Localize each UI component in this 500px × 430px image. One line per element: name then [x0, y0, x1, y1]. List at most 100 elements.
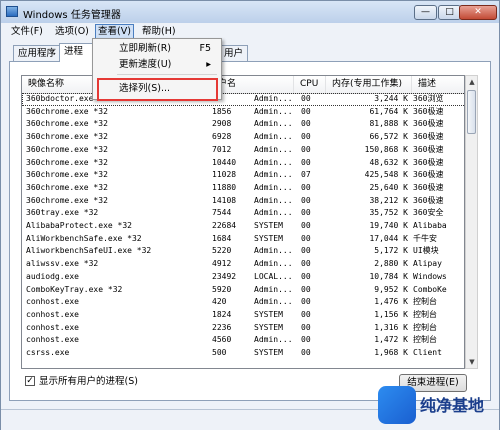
table-row[interactable]: 360chrome.exe *32 1856 Admin... 00 61,764 K 3… — [22, 106, 464, 119]
close-button[interactable]: ✕ — [459, 5, 497, 20]
maximize-button[interactable]: □ — [438, 5, 461, 20]
cell-cpu: 00 — [301, 284, 311, 294]
cell-pid: 14108 — [212, 195, 237, 205]
cell-user: Admin... — [254, 170, 293, 180]
menu-file[interactable]: 文件(F) — [9, 25, 45, 38]
show-all-checkbox[interactable]: ✓ — [25, 376, 35, 386]
table-row[interactable]: 360chrome.exe *32 7012 Admin... 00 150,868 K… — [22, 144, 464, 157]
menu-help[interactable]: 帮助(H) — [140, 25, 178, 38]
cell-cpu: 00 — [301, 271, 311, 281]
cell-cpu: 00 — [301, 94, 311, 103]
cell-description: 360极速 — [413, 132, 444, 142]
menu-item-refresh-now[interactable]: 立即刷新(R) F5 — [93, 41, 221, 57]
cell-user: Admin... — [254, 119, 293, 129]
cell-description: 千牛安 — [413, 233, 437, 243]
cell-image-name: csrss.exe — [26, 348, 70, 357]
table-row[interactable]: conhost.exe 2236 SYSTEM 00 1,316 K 控制台 — [22, 322, 464, 335]
cell-image-name: 360chrome.exe *32 — [26, 106, 108, 116]
process-list[interactable]: 映像名称 户名 CPU 内存(专用工作集) 描述 360bdoctor.exe A… — [21, 75, 465, 369]
cell-description: 控制台 — [413, 322, 437, 332]
cell-pid: 6928 — [212, 132, 232, 142]
vertical-scrollbar[interactable]: ▲ ▼ — [465, 75, 478, 369]
list-header: 映像名称 户名 CPU 内存(专用工作集) 描述 — [22, 76, 464, 94]
table-row[interactable]: AliworkbenchSafeUI.exe *32 5220 Admin... 00… — [22, 245, 464, 258]
cell-memory: 19,740 K — [369, 221, 408, 230]
table-row[interactable]: 360bdoctor.exe Admin... 00 3,244 K 360浏览 — [22, 93, 464, 106]
cell-memory: 1,156 K — [374, 309, 408, 319]
cell-cpu: 00 — [301, 246, 311, 256]
menu-options[interactable]: 选项(O) — [53, 25, 91, 38]
cell-image-name: conhost.exe — [26, 322, 79, 332]
table-row[interactable]: 360chrome.exe *32 2908 Admin... 00 81,888 K 3… — [22, 118, 464, 131]
cell-description: 360极速 — [413, 182, 444, 192]
table-row[interactable]: ComboKeyTray.exe *32 5920 Admin... 00 9,952 … — [22, 284, 464, 297]
table-row[interactable]: audiodg.exe 23492 LOCAL... 00 10,784 K Window… — [22, 271, 464, 284]
cell-pid: 10440 — [212, 157, 237, 167]
cell-image-name: AliWorkbenchSafe.exe *32 — [26, 233, 142, 243]
scroll-thumb[interactable] — [467, 90, 476, 134]
cell-cpu: 00 — [301, 259, 311, 269]
cell-memory: 9,952 K — [374, 284, 408, 294]
cell-cpu: 00 — [301, 195, 311, 205]
menu-bar: 文件(F) 选项(O) 查看(V) 帮助(H) — [1, 23, 499, 40]
cell-user: Admin... — [254, 284, 293, 294]
table-row[interactable]: aliwssv.exe *32 4912 Admin... 00 2,880 K Alip… — [22, 258, 464, 271]
scroll-up-icon[interactable]: ▲ — [467, 76, 477, 88]
watermark-text: 纯净基地 — [420, 396, 485, 415]
cell-image-name: 360chrome.exe *32 — [26, 132, 108, 142]
table-row[interactable]: conhost.exe 4560 Admin... 00 1,472 K 控制台 — [22, 334, 464, 347]
cell-memory: 1,316 K — [374, 322, 408, 332]
tab-users[interactable]: 用户 — [219, 45, 249, 61]
cell-image-name: ComboKeyTray.exe *32 — [26, 284, 123, 294]
cell-user: SYSTEM — [254, 233, 283, 243]
cell-cpu: 07 — [301, 170, 311, 180]
highlight-box — [97, 78, 218, 101]
minimize-button[interactable]: — — [414, 5, 437, 20]
cell-description: 360极速 — [413, 170, 444, 180]
menu-item-update-speed[interactable]: 更新速度(U) ▸ — [93, 57, 221, 73]
cell-description: 360浏览 — [413, 94, 444, 103]
column-header-memory[interactable]: 内存(专用工作集) — [326, 76, 412, 93]
cell-description: Windows — [413, 271, 447, 281]
table-row[interactable]: AliWorkbenchSafe.exe *32 1684 SYSTEM 00 17,0… — [22, 233, 464, 246]
submenu-arrow-icon: ▸ — [206, 59, 211, 70]
cell-pid: 1824 — [212, 309, 232, 319]
cell-cpu: 00 — [301, 322, 311, 332]
cell-image-name: 360tray.exe *32 — [26, 208, 99, 218]
cell-user: SYSTEM — [254, 221, 283, 230]
table-row[interactable]: 360chrome.exe *32 14108 Admin... 00 38,212 K… — [22, 195, 464, 208]
cell-cpu: 00 — [301, 221, 311, 230]
cell-description: 控制台 — [413, 335, 437, 345]
table-row[interactable]: AlibabaProtect.exe *32 22684 SYSTEM 00 19,74… — [22, 220, 464, 233]
tab-processes[interactable]: 进程 — [59, 43, 95, 62]
cell-image-name: conhost.exe — [26, 335, 79, 345]
table-row[interactable]: 360tray.exe *32 7544 Admin... 00 35,752 K 360… — [22, 207, 464, 220]
cell-cpu: 00 — [301, 233, 311, 243]
column-header-cpu[interactable]: CPU — [294, 76, 326, 93]
cell-cpu: 00 — [301, 348, 311, 357]
scroll-down-icon[interactable]: ▼ — [467, 356, 477, 368]
table-row[interactable]: conhost.exe 420 Admin... 00 1,476 K 控制台 — [22, 296, 464, 309]
cell-cpu: 00 — [301, 119, 311, 129]
cell-user: Admin... — [254, 106, 293, 116]
cell-memory: 81,888 K — [369, 119, 408, 129]
table-row[interactable]: 360chrome.exe *32 6928 Admin... 00 66,572 K 3… — [22, 131, 464, 144]
table-row[interactable]: csrss.exe 500 SYSTEM 00 1,968 K Client — [22, 347, 464, 360]
cell-pid: 1856 — [212, 106, 232, 116]
cell-pid: 5220 — [212, 246, 232, 256]
table-row[interactable]: 360chrome.exe *32 11028 Admin... 07 425,548 … — [22, 169, 464, 182]
cell-description: 控制台 — [413, 309, 437, 319]
tab-applications[interactable]: 应用程序 — [13, 45, 62, 61]
table-row[interactable]: 360chrome.exe *32 10440 Admin... 00 48,632 K… — [22, 157, 464, 170]
table-row[interactable]: conhost.exe 1824 SYSTEM 00 1,156 K 控制台 — [22, 309, 464, 322]
cell-user: LOCAL... — [254, 271, 293, 281]
cell-memory: 35,752 K — [369, 208, 408, 218]
column-header-user-name[interactable]: 户名 — [212, 76, 294, 93]
window-title: Windows 任务管理器 — [23, 10, 121, 21]
menu-view[interactable]: 查看(V) — [95, 24, 134, 39]
cell-cpu: 00 — [301, 157, 311, 167]
table-row[interactable]: 360chrome.exe *32 11880 Admin... 00 25,640 K… — [22, 182, 464, 195]
column-header-description[interactable]: 描述 — [412, 76, 464, 93]
cell-pid: 11880 — [212, 182, 237, 192]
cell-description: 360极速 — [413, 144, 444, 154]
